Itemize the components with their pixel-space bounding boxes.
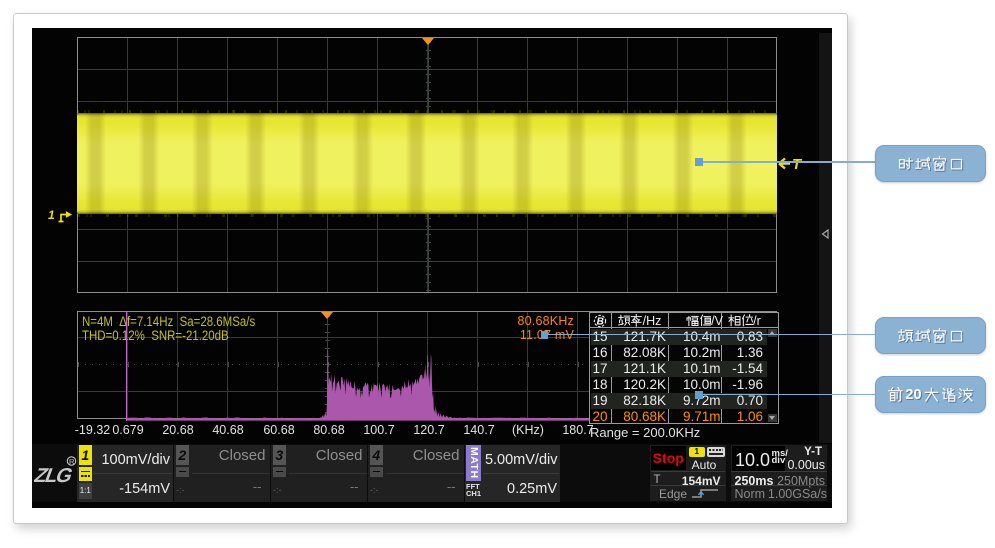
svg-text:B: B <box>596 316 603 327</box>
